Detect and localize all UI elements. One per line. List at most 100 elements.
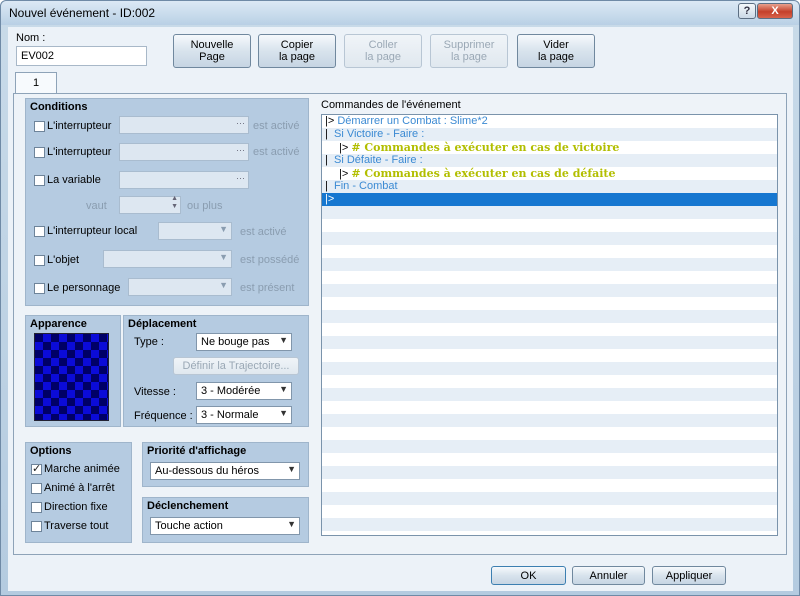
item-suffix: est possédé [240, 254, 300, 266]
priority-select[interactable]: Au-dessous du héros ▼ [150, 462, 300, 480]
title-bar: Nouvel événement - ID:002 ? X [1, 1, 799, 25]
local-switch-label: L'interrupteur local [47, 225, 138, 237]
switch1-label: L'interrupteur [47, 120, 112, 132]
ok-button[interactable]: OK [491, 566, 566, 585]
command-line[interactable]: |> # Commandes à exécuter en cas de vict… [322, 141, 777, 154]
item-checkbox[interactable] [34, 255, 45, 266]
vaut-label: vaut [86, 200, 107, 212]
switch2-field[interactable] [119, 143, 249, 161]
local-switch-combo[interactable]: ▼ [158, 222, 232, 240]
actor-suffix: est présent [240, 282, 295, 294]
variable-value-spinner[interactable]: ▲ ▼ [119, 195, 181, 214]
step-anim-label: Animé à l'arrêt [44, 482, 115, 494]
cancel-button[interactable]: Annuler [572, 566, 645, 585]
appearance-group: Apparence [25, 315, 121, 427]
switch2-checkbox[interactable] [34, 147, 45, 158]
variable-label: La variable [47, 174, 101, 186]
empty-row [322, 505, 777, 518]
window-title: Nouvel événement - ID:002 [9, 6, 156, 20]
local-switch-suffix: est activé [240, 226, 287, 238]
trigger-select[interactable]: Touche action ▼ [150, 517, 300, 535]
direction-fix-label: Direction fixe [44, 501, 108, 513]
empty-row [322, 414, 777, 427]
actor-checkbox[interactable] [34, 283, 45, 294]
move-speed-label: Vitesse : [134, 386, 176, 398]
appearance-title: Apparence [30, 318, 87, 330]
command-line[interactable]: | Si Victoire - Faire : [322, 128, 777, 141]
variable-field[interactable] [119, 171, 249, 189]
dialog-client: Nom : EV002 Nouvelle Page Copier la page C… [8, 27, 793, 591]
priority-group: Priorité d'affichage Au-dessous du héros… [142, 442, 309, 487]
actor-label: Le personnage [47, 282, 121, 294]
empty-row [322, 336, 777, 349]
empty-row [322, 271, 777, 284]
help-button[interactable]: ? [738, 3, 756, 19]
empty-row [322, 297, 777, 310]
ou-plus-label: ou plus [187, 200, 223, 212]
switch1-checkbox[interactable] [34, 121, 45, 132]
empty-row [322, 232, 777, 245]
empty-row [322, 310, 777, 323]
through-checkbox[interactable] [31, 521, 42, 532]
trigger-title: Déclenchement [147, 500, 229, 512]
command-list[interactable]: |> Démarrer un Combat : Slime*2 | Si Vic… [321, 114, 778, 536]
name-input[interactable]: EV002 [16, 46, 147, 66]
switch1-suffix: est activé [253, 120, 300, 132]
move-frequency-label: Fréquence : [134, 410, 193, 422]
tab-page-1[interactable]: 1 [15, 72, 57, 94]
command-line[interactable]: | Si Défaite - Faire : [322, 154, 777, 167]
command-line[interactable]: |> Démarrer un Combat : Slime*2 [322, 115, 777, 128]
define-route-button[interactable]: Définir la Trajectoire... [173, 357, 299, 375]
empty-row [322, 375, 777, 388]
empty-row [322, 453, 777, 466]
move-frequency-select[interactable]: 3 - Normale ▼ [196, 406, 292, 424]
movement-title: Déplacement [128, 318, 197, 330]
paste-page-button[interactable]: Coller la page [344, 34, 422, 68]
apply-button[interactable]: Appliquer [652, 566, 726, 585]
item-combo[interactable]: ▼ [103, 250, 232, 268]
commands-title: Commandes de l'événement [321, 99, 461, 111]
empty-row [322, 479, 777, 492]
command-line[interactable]: | Fin - Combat [322, 180, 777, 193]
movement-group: Déplacement Type : Ne bouge pas ▼ Définir… [123, 315, 309, 427]
name-label: Nom : [16, 32, 46, 44]
switch1-field[interactable] [119, 116, 249, 134]
empty-row [322, 401, 777, 414]
step-anim-checkbox[interactable] [31, 483, 42, 494]
move-type-label: Type : [134, 336, 164, 348]
options-title: Options [30, 445, 72, 457]
new-page-button[interactable]: Nouvelle Page [173, 34, 251, 68]
sprite-preview[interactable] [34, 333, 109, 421]
walk-anim-checkbox[interactable] [31, 462, 42, 475]
switch2-label: L'interrupteur [47, 146, 112, 158]
clear-page-button[interactable]: Vider la page [517, 34, 595, 68]
conditions-group: Conditions L'interrupteur est activé L'i… [25, 98, 309, 306]
close-button[interactable]: X [757, 3, 793, 19]
command-line[interactable]: |> # Commandes à exécuter en cas de défa… [322, 167, 777, 180]
actor-combo[interactable]: ▼ [128, 278, 232, 296]
empty-row [322, 323, 777, 336]
command-line-selected[interactable]: |> [322, 193, 777, 206]
empty-row [322, 284, 777, 297]
empty-row [322, 440, 777, 453]
switch2-suffix: est activé [253, 146, 300, 158]
variable-checkbox[interactable] [34, 175, 45, 186]
empty-row [322, 219, 777, 232]
empty-row [322, 245, 777, 258]
empty-row [322, 349, 777, 362]
through-label: Traverse tout [44, 520, 109, 532]
local-switch-checkbox[interactable] [34, 226, 45, 237]
item-label: L'objet [47, 254, 80, 266]
empty-row [322, 518, 777, 531]
copy-page-button[interactable]: Copier la page [258, 34, 336, 68]
empty-row [322, 466, 777, 479]
priority-title: Priorité d'affichage [147, 445, 247, 457]
empty-row [322, 206, 777, 219]
move-type-select[interactable]: Ne bouge pas ▼ [196, 333, 292, 351]
delete-page-button[interactable]: Supprimer la page [430, 34, 508, 68]
direction-fix-checkbox[interactable] [31, 502, 42, 513]
move-speed-select[interactable]: 3 - Modérée ▼ [196, 382, 292, 400]
walk-anim-label: Marche animée [44, 463, 120, 475]
empty-row [322, 492, 777, 505]
conditions-title: Conditions [30, 101, 88, 113]
